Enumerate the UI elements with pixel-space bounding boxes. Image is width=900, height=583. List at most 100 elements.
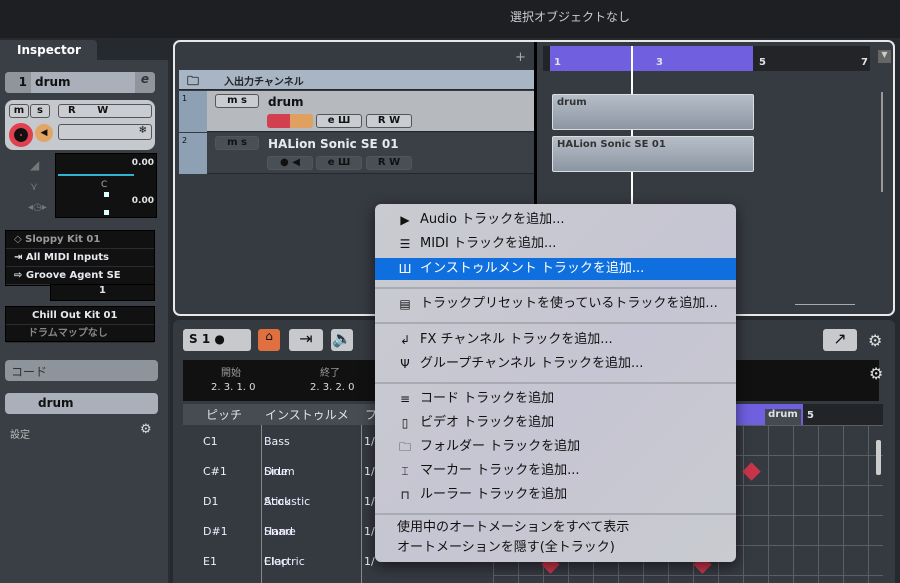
menu-separator bbox=[375, 322, 736, 324]
vertical-scrollbar[interactable] bbox=[876, 440, 881, 475]
menu-item-add-instrument-track[interactable]: Ш インストゥルメント トラックを追加... bbox=[375, 258, 736, 280]
menu-item-add-midi-track[interactable]: ☰ MIDI トラックを追加... bbox=[375, 233, 736, 255]
audition-icon[interactable]: 🔈 bbox=[331, 329, 353, 351]
menu-item-add-track-from-preset[interactable]: ▤ トラックプリセットを使っているトラックを追加... bbox=[375, 293, 736, 315]
inspector-tab[interactable]: Inspector bbox=[0, 40, 97, 62]
track-name: drum bbox=[268, 95, 304, 109]
ruler-tick: 1 bbox=[554, 57, 561, 68]
menu-item-add-folder-track[interactable]: 🗀 フォルダー トラックを追加 bbox=[375, 436, 736, 458]
drum-map-section: Chill Out Kit 01 ドラムマップなし bbox=[5, 306, 155, 343]
mute-solo-buttons[interactable]: m s bbox=[215, 136, 259, 150]
instrument-section-header[interactable]: drum bbox=[5, 393, 158, 414]
freeze-button[interactable]: ❄ bbox=[58, 124, 152, 140]
inspector-track-header[interactable]: 1 drum e bbox=[5, 72, 155, 93]
toggle-icon[interactable]: ↗ bbox=[823, 329, 857, 351]
audio-icon: ▶ bbox=[400, 213, 410, 227]
gear-icon[interactable]: ⚙ bbox=[140, 422, 152, 437]
settings-label: 設定 bbox=[10, 430, 30, 441]
menu-item-add-ruler-track[interactable]: ⊓ ルーラー トラックを追加 bbox=[375, 484, 736, 506]
menu-item-add-video-track[interactable]: ▯ ビデオ トラックを追加 bbox=[375, 412, 736, 434]
part-label: drum bbox=[765, 409, 801, 425]
menu-item-show-used-automation[interactable]: 使用中のオートメーションをすべて表示 bbox=[375, 517, 736, 539]
ruler-tick: 5 bbox=[759, 57, 766, 68]
one-button[interactable]: 1 bbox=[202, 332, 210, 346]
drum-kit-name[interactable]: Chill Out Kit 01 bbox=[6, 307, 154, 325]
ruler-tick: 7 bbox=[861, 57, 868, 68]
track-name: HALion Sonic SE 01 bbox=[268, 137, 399, 151]
ruler-icon: ⊓ bbox=[400, 488, 410, 502]
mute-button[interactable]: m bbox=[9, 104, 29, 118]
menu-separator bbox=[375, 382, 736, 384]
end-value[interactable]: 2. 3. 2. 0 bbox=[310, 382, 355, 393]
folder-icon: 🗀 bbox=[398, 440, 411, 454]
menu-item-hide-automation[interactable]: オートメーションを隠す(全トラック) bbox=[375, 537, 736, 559]
midi-part[interactable]: drum bbox=[552, 94, 754, 130]
volume-slider[interactable] bbox=[58, 174, 134, 176]
column-divider bbox=[361, 425, 362, 583]
menu-item-add-audio-track[interactable]: ▶ Audio トラックを追加... bbox=[375, 209, 736, 231]
output-selector[interactable]: ⇨ Groove Agent SE bbox=[6, 267, 154, 285]
track-number: 1 bbox=[5, 72, 31, 93]
solo-button[interactable]: s bbox=[30, 104, 50, 118]
chord-section-header[interactable]: コード bbox=[5, 360, 158, 381]
pan-slider[interactable] bbox=[104, 192, 109, 197]
menu-item-add-chord-track[interactable]: ≡ コード トラックを追加 bbox=[375, 388, 736, 410]
menu-label: FX チャンネル トラックを追加... bbox=[420, 332, 613, 347]
menu-label: ルーラー トラックを追加 bbox=[420, 487, 568, 502]
preset-selector[interactable]: ◇ Sloppy Kit 01 bbox=[6, 231, 154, 249]
vertical-scrollbar[interactable] bbox=[881, 92, 883, 192]
solo-toolbar[interactable]: S 1 ● bbox=[183, 329, 251, 351]
delay-value: 0.00 bbox=[131, 196, 154, 206]
end-header: 終了 bbox=[320, 368, 340, 379]
midi-channel-selector[interactable]: 1 bbox=[50, 284, 155, 301]
menu-label: 使用中のオートメーションをすべて表示 bbox=[397, 520, 630, 535]
folder-track[interactable]: 🗀 入出力チャンネル bbox=[179, 70, 534, 90]
record-enable-button[interactable] bbox=[9, 123, 33, 147]
edit-instrument-button[interactable]: e Ш bbox=[316, 156, 362, 170]
ruler-tick: 5 bbox=[807, 410, 814, 421]
autoscroll-icon[interactable]: ⌂ bbox=[258, 329, 280, 351]
midi-input: All MIDI Inputs bbox=[25, 252, 109, 263]
record-monitor-buttons[interactable] bbox=[267, 114, 313, 128]
dropdown-icon[interactable]: ▼ bbox=[878, 50, 891, 63]
start-value[interactable]: 2. 3. 1. 0 bbox=[211, 382, 256, 393]
ruler[interactable]: 1 3 5 7 bbox=[543, 46, 870, 71]
read-write-buttons[interactable]: R W bbox=[58, 104, 152, 118]
record-monitor-buttons[interactable]: ● ◀ bbox=[267, 156, 313, 170]
pitch: C#1 bbox=[203, 465, 227, 478]
read-button[interactable]: R bbox=[68, 105, 76, 116]
gear-icon[interactable]: ⚙ bbox=[869, 364, 883, 383]
menu-label: コード トラックを追加 bbox=[420, 391, 555, 406]
monitor-button[interactable]: ◀ bbox=[35, 124, 53, 142]
add-track-button[interactable]: + bbox=[515, 50, 526, 65]
menu-label: インストゥルメント トラックを追加... bbox=[420, 261, 645, 276]
volume-pan-section: 0.00 C 0.00 bbox=[55, 153, 157, 218]
instrument-icon: Ш bbox=[398, 262, 412, 276]
midi-part[interactable]: HALion Sonic SE 01 bbox=[552, 136, 754, 172]
insert-velocity-icon[interactable]: ⇥ bbox=[289, 329, 323, 351]
preset-icon: ▤ bbox=[399, 297, 411, 311]
pitch-column-header[interactable]: ピッチ bbox=[206, 406, 242, 423]
edit-instrument-button[interactable]: e Ш bbox=[316, 114, 362, 128]
loop-range[interactable] bbox=[550, 46, 753, 71]
mute-solo-buttons[interactable]: m s bbox=[215, 94, 259, 108]
gear-icon[interactable]: ⚙ bbox=[868, 331, 882, 350]
drum-map-selector[interactable]: ドラムマップなし bbox=[6, 325, 154, 343]
track-name: drum bbox=[35, 75, 71, 89]
edit-instrument-icon[interactable]: e bbox=[135, 72, 155, 93]
read-write-buttons[interactable]: R W bbox=[366, 156, 412, 170]
solo-button[interactable]: S bbox=[189, 332, 198, 346]
horizontal-zoom-slider[interactable] bbox=[795, 304, 855, 305]
pitch: E1 bbox=[203, 555, 217, 568]
menu-item-add-marker-track[interactable]: ⌶ マーカー トラックを追加... bbox=[375, 460, 736, 482]
menu-item-add-group-channel-track[interactable]: Ψ グループチャンネル トラックを追加... bbox=[375, 353, 736, 375]
track-row[interactable]: 1 m s drum e Ш R W bbox=[179, 91, 534, 132]
instrument-column-header[interactable]: インストゥルメ bbox=[265, 406, 349, 423]
write-button[interactable]: W bbox=[97, 105, 108, 116]
read-write-buttons[interactable]: R W bbox=[366, 114, 412, 128]
midi-input-selector[interactable]: ⇥ All MIDI Inputs bbox=[6, 249, 154, 267]
track-row[interactable]: 2 m s HALion Sonic SE 01 ● ◀ e Ш R W bbox=[179, 133, 534, 174]
delay-slider[interactable] bbox=[104, 210, 109, 215]
menu-item-add-fx-channel-track[interactable]: ↲ FX チャンネル トラックを追加... bbox=[375, 329, 736, 351]
midi-channel: 1 bbox=[99, 285, 106, 296]
